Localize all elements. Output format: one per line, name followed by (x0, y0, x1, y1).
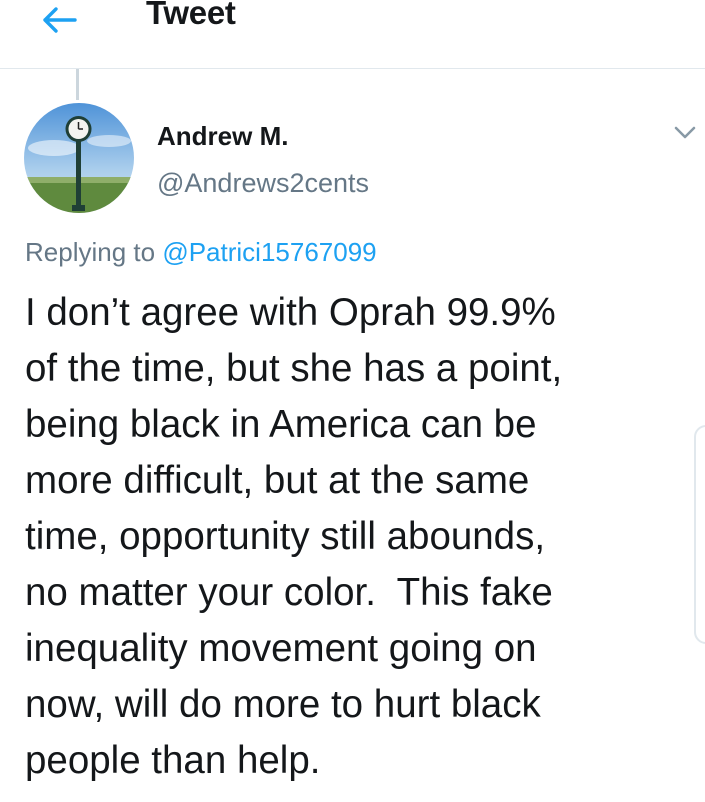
tweet-menu-button[interactable] (668, 118, 702, 148)
avatar[interactable] (24, 103, 134, 213)
replying-to-mention[interactable]: @Patrici15767099 (162, 237, 376, 267)
chevron-down-icon (674, 126, 696, 139)
tweet-text-line: time, opportunity still abounds, (25, 515, 546, 558)
arrow-left-icon (43, 7, 77, 33)
page-title: Tweet (146, 0, 236, 31)
tweet-text-line: of the time, but she has a point, (25, 347, 563, 390)
tweet-text: I don’t agree with Oprah 99.9% of the ti… (25, 285, 695, 789)
offscreen-card-edge (694, 425, 705, 644)
replying-prefix: Replying to (25, 237, 156, 267)
tweet-text-line: now, will do more to hurt black (25, 683, 541, 726)
back-button[interactable] (36, 0, 82, 40)
top-app-bar: Tweet (0, 0, 705, 69)
tweet-text-line: more difficult, but at the same (25, 459, 530, 502)
tweet-text-line: inequality movement going on (25, 627, 537, 670)
author-handle[interactable]: @Andrews2cents (157, 168, 369, 199)
tweet-text-line: no matter your color. This fake (25, 571, 553, 614)
thread-connector-line (76, 69, 79, 100)
avatar-image (24, 103, 134, 213)
author-display-name[interactable]: Andrew M. (157, 121, 288, 152)
tweet-text-line: I don’t agree with Oprah 99.9% (25, 291, 556, 334)
tweet-text-line: people than help. (25, 739, 321, 782)
tweet-text-line: being black in America can be (25, 403, 537, 446)
replying-to-line: Replying to @Patrici15767099 (25, 237, 377, 268)
